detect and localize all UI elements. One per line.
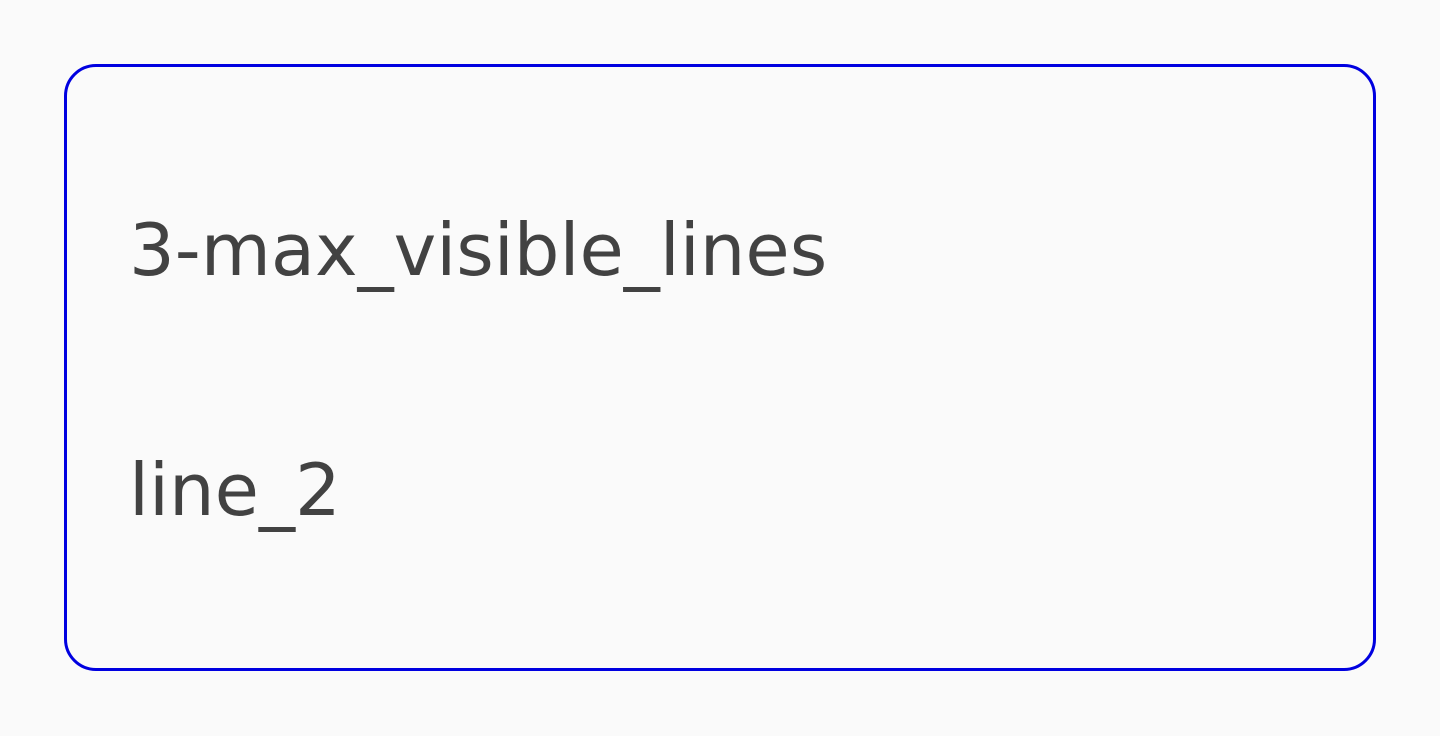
multiline-text-field[interactable]: 3-max_visible_lines line_2 xyxy=(64,64,1376,671)
text-line-1: 3-max_visible_lines xyxy=(129,208,828,292)
text-line-2: line_2 xyxy=(129,448,341,532)
